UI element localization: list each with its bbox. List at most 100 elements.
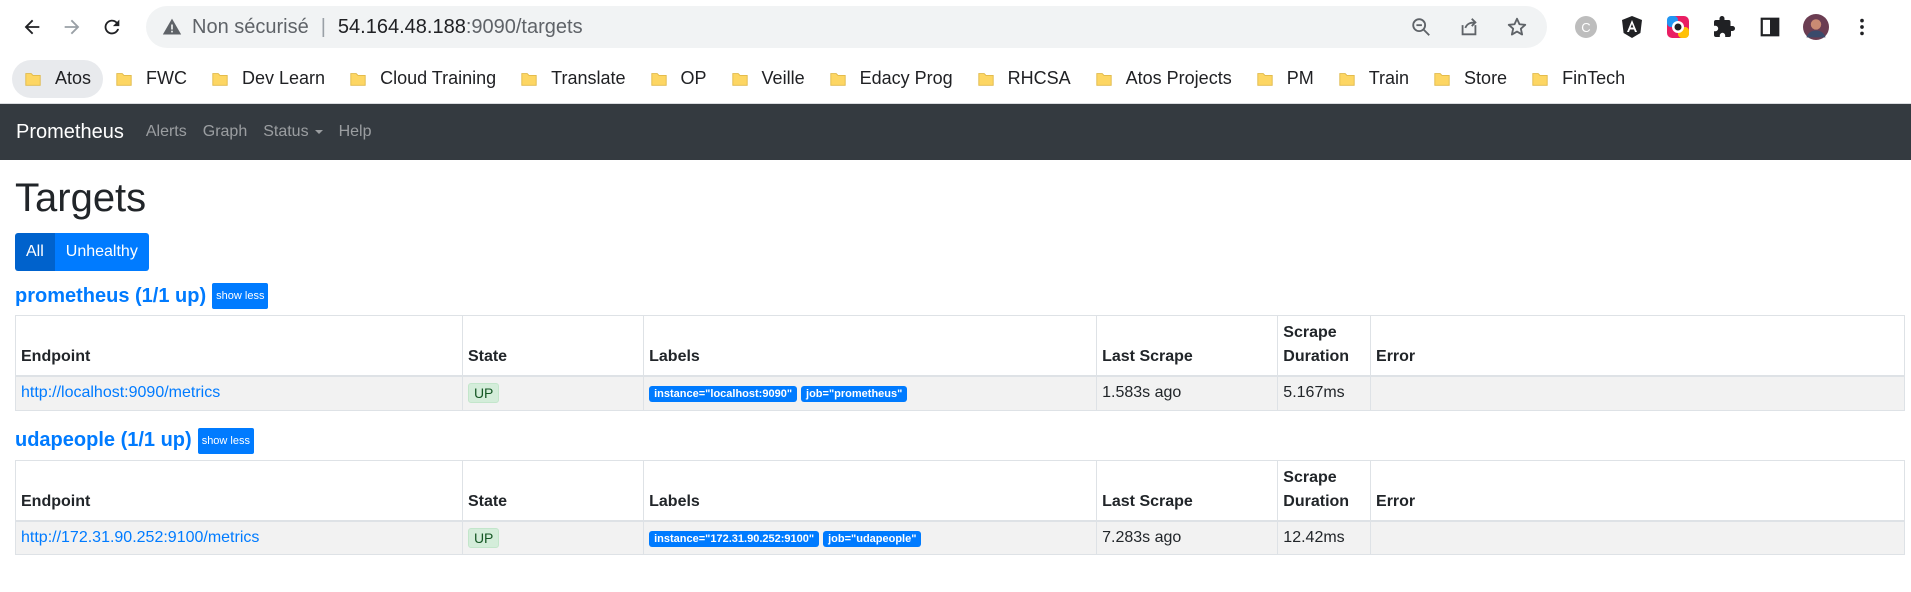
endpoint-link[interactable]: http://localhost:9090/metrics: [21, 384, 220, 401]
label-badge: job="udapeople": [823, 530, 922, 547]
brand-link[interactable]: Prometheus: [16, 121, 124, 144]
column-header: Last Scrape: [1096, 315, 1279, 377]
state-cell: UP: [461, 520, 645, 555]
star-icon[interactable]: [1503, 13, 1531, 41]
scrape-duration-cell: 12.42ms: [1277, 520, 1372, 555]
job-header: prometheus (1/1 up) show less: [15, 283, 1896, 309]
label-badge: job="prometheus": [801, 386, 908, 403]
angular-extension-icon[interactable]: [1619, 14, 1645, 40]
label-badge: instance="localhost:9090": [649, 386, 798, 403]
insecure-label: Non sécurisé: [192, 15, 309, 38]
bookmark-item[interactable]: Edacy Prog: [817, 60, 965, 98]
folder-icon: [977, 72, 994, 86]
bookmark-label: Edacy Prog: [859, 68, 953, 88]
bookmark-item[interactable]: Translate: [508, 60, 637, 98]
bookmark-label: PM: [1286, 68, 1314, 88]
folder-icon: [1096, 72, 1112, 86]
bookmark-label: Store: [1464, 68, 1508, 88]
job-title[interactable]: udapeople (1/1 up): [15, 429, 192, 452]
reload-button[interactable]: [94, 9, 130, 45]
profile-avatar[interactable]: [1803, 14, 1829, 40]
bookmark-item[interactable]: Cloud Training: [337, 60, 508, 98]
bookmark-label: Atos: [55, 68, 92, 88]
color-picker-extension-icon[interactable]: [1665, 14, 1691, 40]
bookmark-label: FWC: [146, 68, 188, 88]
folder-icon: [521, 72, 537, 86]
show-less-button[interactable]: show less: [212, 283, 269, 309]
folder-icon: [650, 72, 667, 86]
puzzle-extensions-icon[interactable]: [1711, 14, 1737, 40]
bookmark-label: RHCSA: [1007, 68, 1071, 88]
column-header: Error: [1370, 315, 1905, 377]
caret-down-icon: [314, 130, 323, 134]
labels-cell: instance="172.31.90.252:9100" job="udapeo…: [643, 520, 1098, 555]
filter-all-button[interactable]: All: [15, 233, 55, 271]
job-header: udapeople (1/1 up) show less: [15, 427, 1896, 454]
back-arrow-icon: [24, 19, 40, 35]
bookmark-label: FinTech: [1562, 68, 1626, 88]
state-cell: UP: [461, 375, 645, 411]
bookmark-item[interactable]: Dev Learn: [199, 60, 337, 98]
column-header: Scrape Duration: [1277, 315, 1372, 377]
column-header: Labels: [643, 315, 1098, 377]
column-header: State: [461, 315, 645, 377]
endpoint-cell: http://172.31.90.252:9100/metrics: [15, 520, 463, 555]
error-cell: [1370, 375, 1905, 411]
column-header: Scrape Duration: [1277, 459, 1372, 522]
job-title[interactable]: prometheus (1/1 up): [15, 285, 206, 308]
bookmark-item[interactable]: Atos Projects: [1083, 60, 1244, 98]
table-header-row: Endpoint State Labels Last Scrape Scrape Dur…: [15, 315, 1905, 377]
bookmark-label: OP: [680, 68, 707, 88]
filter-unhealthy-button[interactable]: Unhealthy: [54, 233, 149, 271]
bookmark-item[interactable]: RHCSA: [965, 60, 1083, 98]
job-section: udapeople (1/1 up) show less Endpoint State…: [15, 427, 1905, 555]
menu-dots-icon[interactable]: [1849, 14, 1875, 40]
state-badge: UP: [467, 527, 500, 548]
column-header: Endpoint: [15, 459, 463, 522]
back-button[interactable]: [14, 9, 50, 45]
bookmark-item[interactable]: FinTech: [1519, 60, 1637, 98]
column-header: Last Scrape: [1096, 459, 1279, 522]
folder-icon: [829, 72, 846, 86]
zoom-icon[interactable]: [1407, 13, 1435, 41]
warning-icon: [162, 17, 182, 37]
nav-alerts[interactable]: Alerts: [146, 123, 187, 141]
filter-button-group: All Unhealthy: [15, 233, 1896, 271]
column-header: State: [461, 459, 645, 522]
label-badge: instance="172.31.90.252:9100": [649, 530, 820, 547]
targets-table: Endpoint State Labels Last Scrape Scrape Dur…: [15, 459, 1905, 555]
job-section: prometheus (1/1 up) show less Endpoint Stat…: [15, 283, 1905, 411]
column-header: Labels: [643, 459, 1098, 522]
bookmark-item[interactable]: Veille: [719, 60, 817, 98]
side-panel-icon[interactable]: [1757, 14, 1783, 40]
url-path: :9090/targets: [465, 15, 583, 38]
share-icon[interactable]: [1455, 13, 1483, 41]
page-title: Targets: [15, 176, 147, 220]
labels-cell: instance="localhost:9090" job="prometheus…: [643, 375, 1098, 411]
nav-status[interactable]: Status: [263, 123, 323, 141]
forward-button[interactable]: [54, 9, 90, 45]
endpoint-cell: http://localhost:9090/metrics: [15, 375, 463, 411]
bookmark-item[interactable]: Atos: [12, 59, 104, 98]
folder-icon: [212, 72, 228, 86]
bookmark-label: Train: [1368, 68, 1410, 88]
bookmark-item[interactable]: Train: [1326, 60, 1421, 98]
bookmark-label: Translate: [551, 68, 626, 88]
bookmark-item[interactable]: PM: [1244, 60, 1326, 98]
nav-help[interactable]: Help: [339, 123, 372, 141]
address-bar[interactable]: Non sécurisé | 54.164.48.188 :9090/targe…: [146, 6, 1547, 48]
bookmark-label: Dev Learn: [242, 68, 326, 88]
scrape-duration-cell: 5.167ms: [1277, 375, 1372, 411]
table-row: http://172.31.90.252:9100/metrics UP insta…: [15, 520, 1905, 555]
extension-c-icon[interactable]: C: [1573, 14, 1599, 40]
nav-graph[interactable]: Graph: [203, 123, 247, 141]
state-badge: UP: [467, 383, 500, 404]
bookmark-item[interactable]: Store: [1421, 60, 1519, 98]
svg-text:C: C: [1581, 20, 1590, 35]
bookmark-item[interactable]: OP: [638, 60, 719, 98]
last-scrape-cell: 7.283s ago: [1096, 520, 1279, 555]
bookmark-item[interactable]: FWC: [103, 60, 199, 98]
show-less-button[interactable]: show less: [197, 427, 254, 454]
endpoint-link[interactable]: http://172.31.90.252:9100/metrics: [21, 529, 259, 546]
bookmark-label: Atos Projects: [1125, 68, 1232, 88]
